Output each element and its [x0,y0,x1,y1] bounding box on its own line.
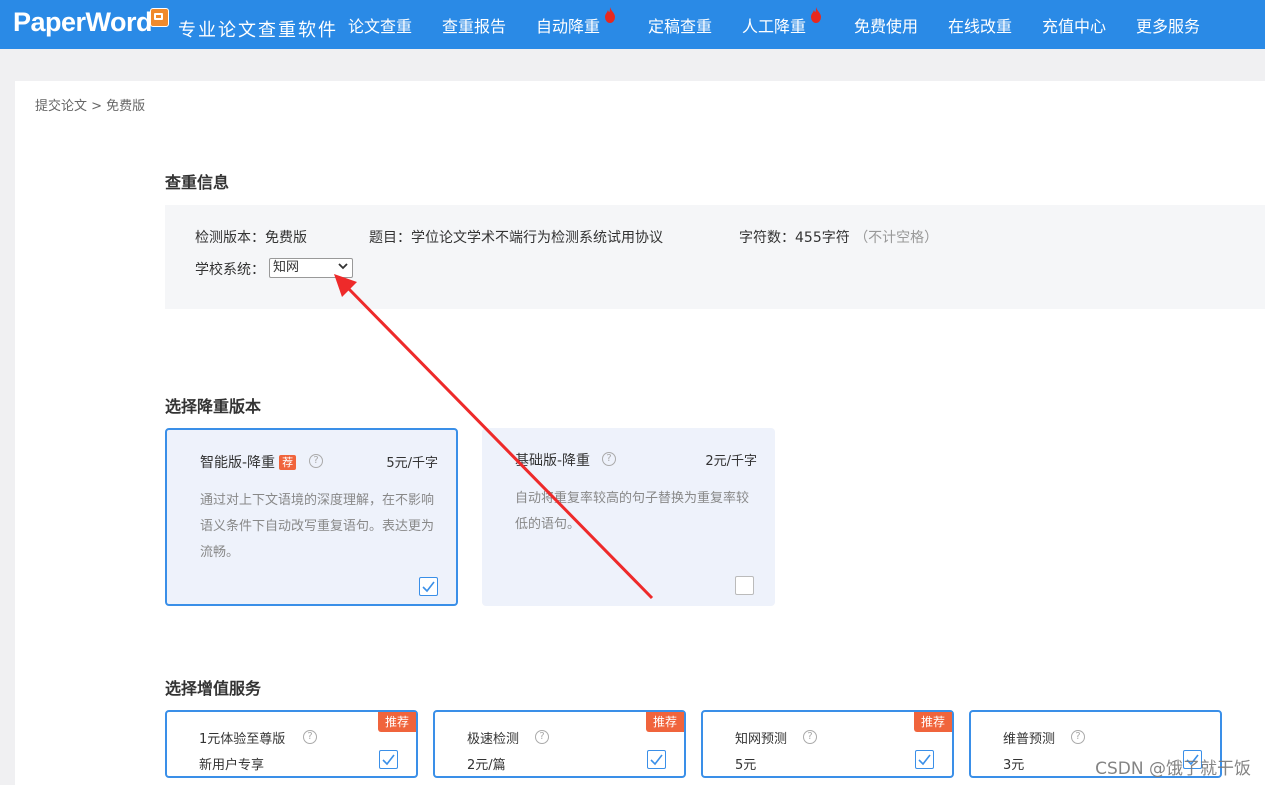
red-annotation-arrow [334,274,654,600]
watermark: CSDN @饿了就干饭 [1095,759,1251,779]
